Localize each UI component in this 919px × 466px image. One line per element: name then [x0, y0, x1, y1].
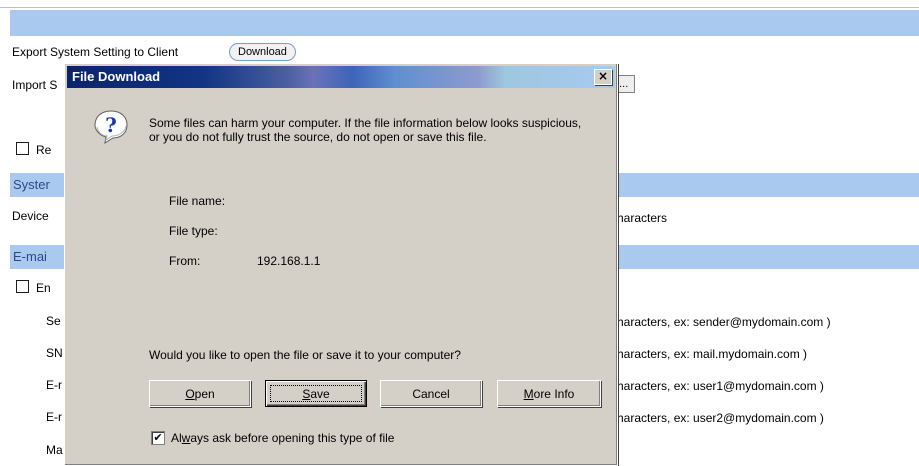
- header-band: [10, 10, 919, 36]
- svg-text:?: ?: [105, 113, 117, 137]
- open-button[interactable]: Open: [149, 380, 251, 407]
- more-info-label: ore Info: [533, 387, 575, 401]
- more-info-accesskey: M: [523, 387, 534, 401]
- open-accesskey: O: [185, 387, 195, 401]
- device-name-label: Device: [12, 209, 49, 223]
- smtp-hint: haracters, ex: mail.mydomain.com ): [617, 347, 808, 361]
- open-label: pen: [194, 387, 215, 401]
- from-label: From:: [169, 254, 201, 268]
- restore-checkbox[interactable]: [16, 142, 29, 155]
- top-divider: [0, 7, 919, 8]
- device-name-hint: haracters: [617, 211, 668, 225]
- dialog-title: File Download: [72, 69, 161, 84]
- always-ask-text-end: ays ask before opening this type of file: [190, 431, 395, 445]
- email2-hint: haracters, ex: user2@mydomain.com ): [617, 411, 824, 425]
- email1-hint: haracters, ex: user1@mydomain.com ): [617, 379, 824, 393]
- cancel-button[interactable]: Cancel: [380, 380, 482, 407]
- import-setting-label: Import S: [12, 78, 58, 92]
- save-button[interactable]: Save: [265, 380, 367, 407]
- dialog-titlebar[interactable]: File Download ×: [67, 66, 615, 88]
- file-download-dialog: File Download × ? Some files can harm yo…: [64, 63, 618, 466]
- save-focus-ring: [270, 385, 362, 402]
- export-setting-label: Export System Setting to Client: [12, 45, 179, 59]
- always-ask-checkbox[interactable]: ✔: [151, 431, 165, 445]
- enable-email-label: En: [36, 281, 51, 295]
- always-ask-label: Always ask before opening this type of f…: [171, 431, 394, 445]
- always-ask-text-start: Al: [171, 431, 182, 445]
- sender-label: Se: [46, 314, 61, 328]
- file-type-label: File type:: [169, 224, 218, 238]
- warning-message: Some files can harm your computer. If th…: [149, 116, 582, 144]
- enable-email-checkbox[interactable]: [16, 280, 29, 293]
- smtp-label: SN: [46, 346, 63, 360]
- email2-label: E-r: [46, 410, 62, 424]
- close-button[interactable]: ×: [594, 69, 612, 85]
- more-info-button[interactable]: More Info: [497, 380, 601, 407]
- download-button[interactable]: Download: [229, 43, 296, 61]
- file-name-label: File name:: [169, 194, 226, 208]
- open-save-question: Would you like to open the file or save …: [149, 348, 461, 362]
- sender-hint: haracters, ex: sender@mydomain.com ): [617, 315, 831, 329]
- from-value: 192.168.1.1: [257, 254, 321, 268]
- restore-checkbox-label: Re: [36, 143, 52, 157]
- email1-label: E-r: [46, 378, 62, 392]
- mail-label: Ma: [46, 443, 63, 457]
- question-icon: ?: [94, 110, 128, 145]
